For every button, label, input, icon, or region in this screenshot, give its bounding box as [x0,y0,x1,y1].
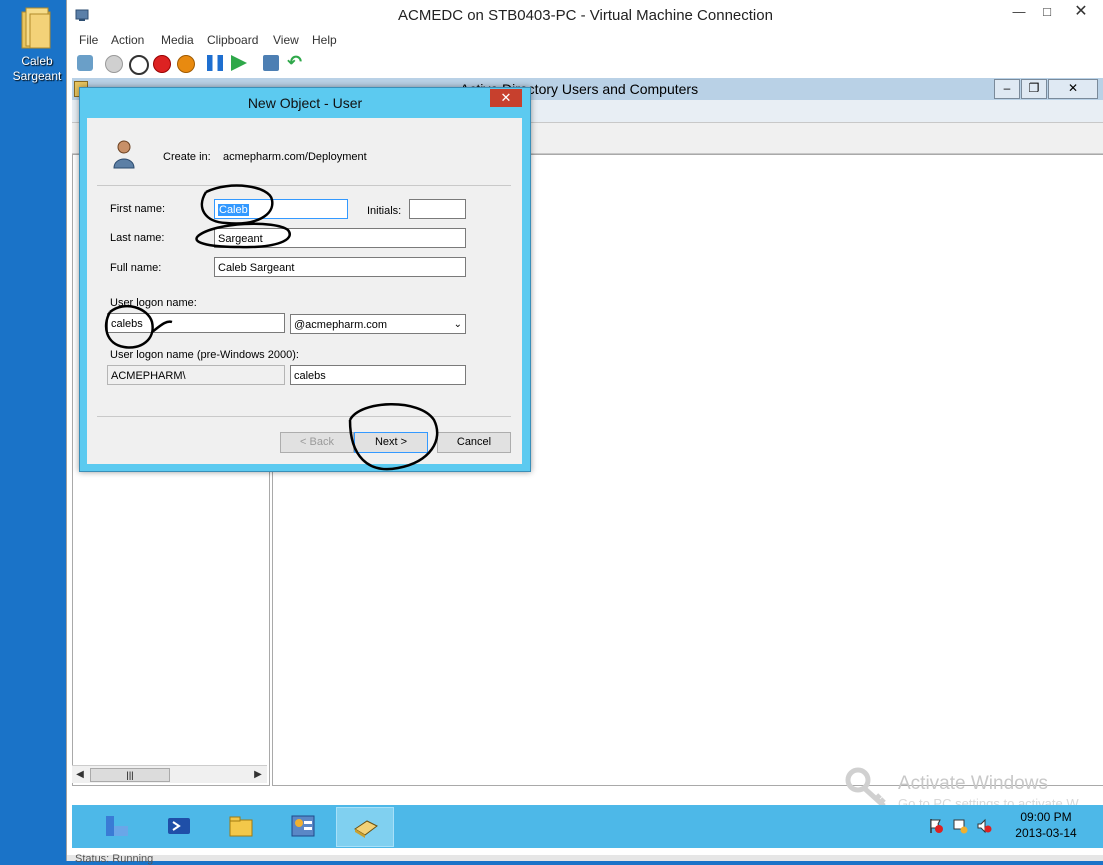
aduc-close-button[interactable]: ✕ [1048,79,1098,99]
aduc-minimize-button[interactable]: – [994,79,1020,99]
menu-clipboard[interactable]: Clipboard [207,33,258,47]
back-button[interactable]: < Back [280,432,354,453]
full-name-label: Full name: [110,262,162,274]
first-name-label: First name: [110,203,166,215]
separator-top [97,185,511,186]
scroll-thumb[interactable]: ||| [90,768,170,782]
logon-name-input[interactable]: calebs [107,313,285,333]
taskbar-file-explorer[interactable] [212,807,268,845]
initials-input[interactable] [409,199,466,219]
initials-label: Initials: [367,205,402,217]
desktop-icon-label-1: Caleb [21,54,53,68]
console-icon [291,815,315,837]
full-name-input[interactable]: Caleb Sargeant [214,257,466,277]
vm-window-title: ACMEDC on STB0403-PC - Virtual Machine C… [398,7,773,24]
tree-horizontal-scrollbar[interactable]: ◀ ||| ▶ [72,765,267,783]
revert-icon[interactable]: ↶ [287,53,303,71]
save-state-icon[interactable] [177,55,195,73]
start-icon[interactable] [105,55,123,73]
menu-view[interactable]: View [273,33,299,47]
folder-icon [21,7,51,49]
taskbar-aduc[interactable] [336,807,394,847]
last-name-label: Last name: [110,232,165,244]
pre2000-logon-input[interactable]: calebs [290,365,466,385]
first-name-value: Caleb [218,204,249,216]
vm-minimize-button[interactable]: — [1005,2,1033,24]
vm-close-button[interactable]: ✕ [1063,2,1099,24]
resume-icon[interactable] [231,55,247,71]
pause-icon[interactable] [207,55,223,71]
scroll-left-arrow-icon[interactable]: ◀ [72,766,88,783]
file-explorer-icon [229,816,253,837]
logon-name-label: User logon name: [110,297,197,309]
vm-status-text: Status: Running [75,853,154,865]
clock-date: 2013-03-14 [1015,826,1077,840]
vm-maximize-button[interactable]: □ [1033,2,1061,24]
first-name-input[interactable]: Caleb [214,199,348,219]
network-icon[interactable] [952,818,968,834]
create-in-value: acmepharm.com/Deployment [223,151,367,163]
chevron-down-icon: ⌄ [453,319,462,330]
ctrl-alt-del-icon[interactable] [77,55,93,71]
taskbar-server-manager[interactable] [88,807,144,845]
create-in-label: Create in: [163,151,211,163]
vm-toolbar: ↶ [67,51,1103,78]
checkpoint-icon[interactable] [263,55,279,71]
dialog-body: Create in: acmepharm.com/Deployment Firs… [87,118,522,464]
menu-help[interactable]: Help [312,33,337,47]
domain-select[interactable]: @acmepharm.com ⌄ [290,314,466,334]
scroll-right-arrow-icon[interactable]: ▶ [250,766,266,783]
server-manager-icon [106,816,128,836]
pre2000-domain-field: ACMEPHARM\ [107,365,285,385]
taskbar-clock[interactable]: 09:00 PM 2013-03-14 [1006,809,1086,841]
taskbar: 09:00 PM 2013-03-14 [72,805,1103,848]
last-name-input[interactable]: Sargeant [214,228,466,248]
vm-title-bar: ACMEDC on STB0403-PC - Virtual Machine C… [67,0,1103,31]
cancel-button[interactable]: Cancel [437,432,511,453]
volume-muted-icon[interactable] [976,818,992,834]
dialog-title-bar: New Object - User ✕ [80,88,530,116]
clock-time: 09:00 PM [1020,810,1072,824]
menu-media[interactable]: Media [161,33,194,47]
taskbar-hyperv-manager[interactable] [274,807,330,845]
user-icon [113,140,135,169]
menu-file[interactable]: File [79,33,98,47]
menu-action[interactable]: Action [111,33,144,47]
aduc-restore-button[interactable]: ❐ [1021,79,1047,99]
next-button[interactable]: Next > [354,432,428,453]
pre2000-label: User logon name (pre-Windows 2000): [110,349,299,361]
powershell-icon [168,818,190,834]
vm-menu-bar: File Action Media Clipboard View Help [67,31,1103,51]
activation-watermark-title: Activate Windows [898,773,1048,794]
dialog-close-button[interactable]: ✕ [490,89,522,107]
vm-status-bar: Status: Running [67,853,1103,865]
new-user-dialog: New Object - User ✕ Create in: acmepharm… [79,87,531,472]
domain-select-value: @acmepharm.com [294,319,388,331]
aduc-book-icon [354,820,378,838]
shutdown-icon[interactable] [153,55,171,73]
turn-off-icon[interactable] [129,55,149,75]
desktop-icon-label-2: Sargeant [12,69,62,83]
separator-bottom [97,416,511,417]
desktop-folder-icon[interactable]: Caleb Sargeant [6,2,62,90]
action-center-flag-icon[interactable] [928,818,944,834]
taskbar-powershell[interactable] [150,807,206,845]
dialog-title: New Object - User [247,95,363,111]
